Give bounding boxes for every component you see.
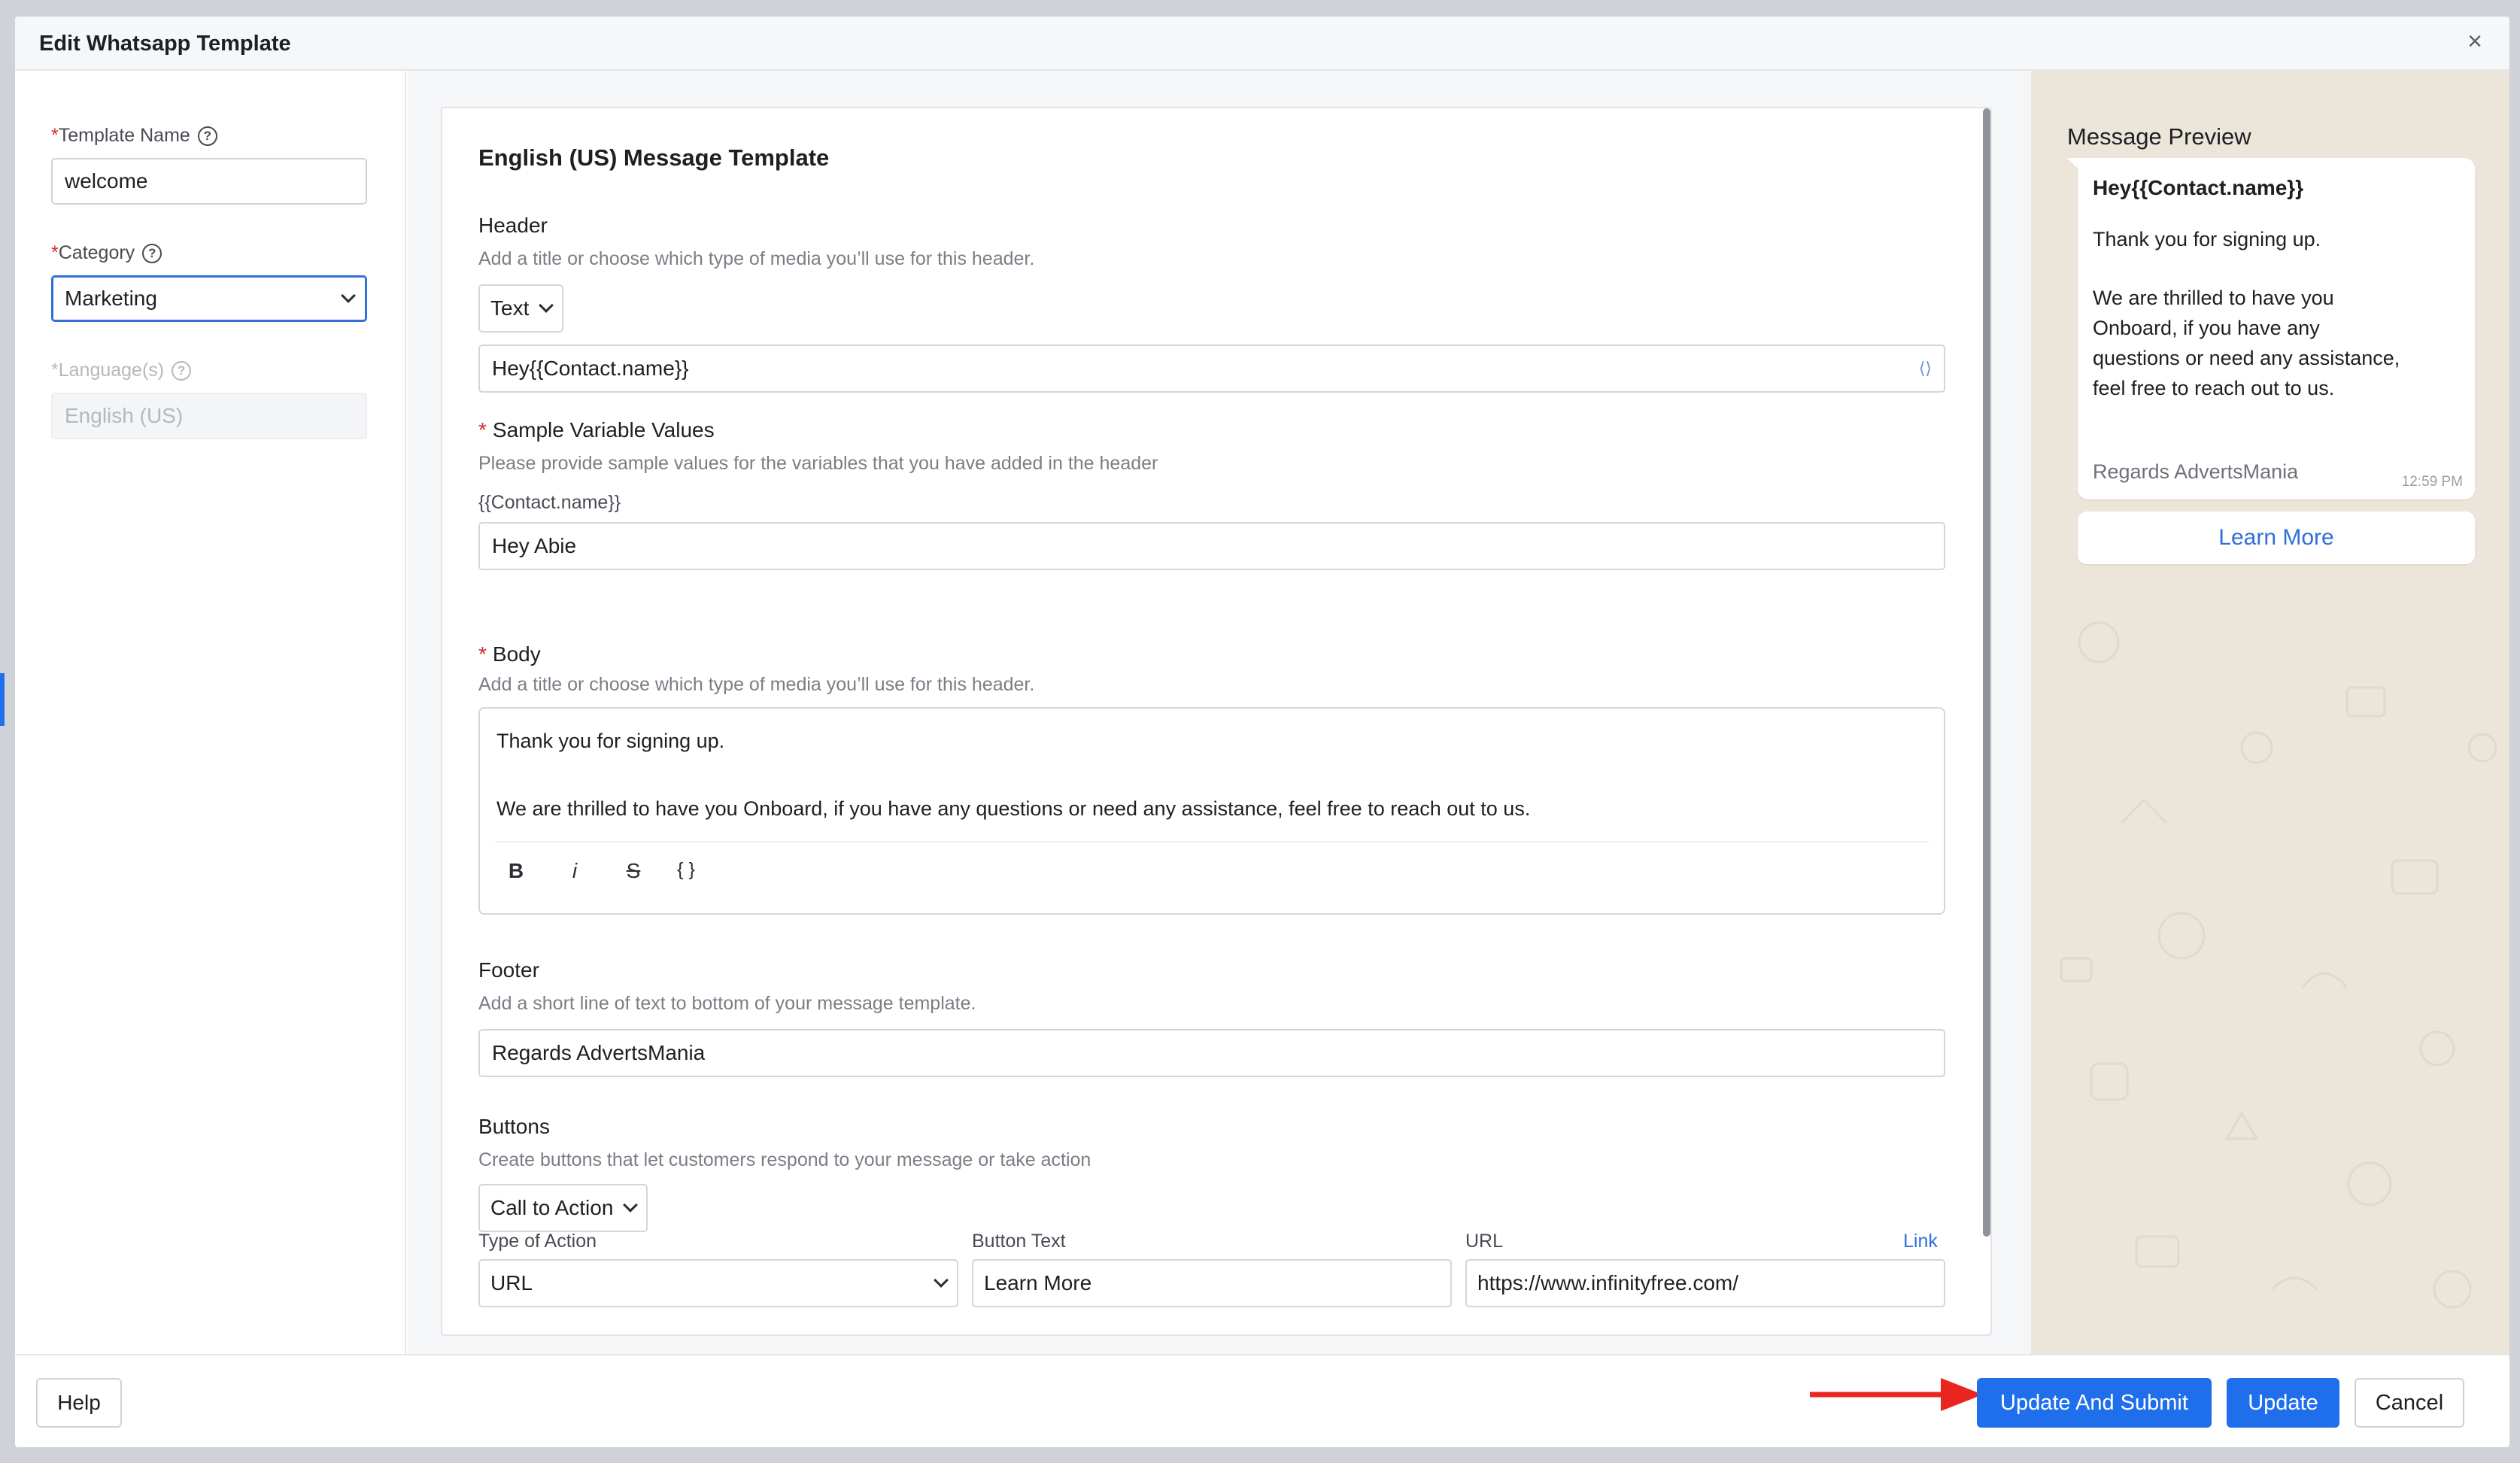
preview-timestamp: 12:59 PM	[2401, 474, 2463, 490]
close-icon[interactable]: ×	[2467, 29, 2482, 54]
header-type-dropdown[interactable]: Text	[478, 284, 564, 332]
button-type-dropdown[interactable]: Call to Action	[478, 1184, 648, 1232]
variable-icon[interactable]: ⟨⟩	[1919, 359, 1932, 378]
body-description: Add a title or choose which type of medi…	[478, 674, 1035, 695]
bold-button[interactable]: B	[501, 859, 531, 883]
modal-title: Edit Whatsapp Template	[39, 32, 291, 56]
language-label: *Language(s) ?	[51, 360, 192, 381]
required-mark: *	[478, 418, 487, 442]
italic-button[interactable]: i	[560, 859, 590, 883]
update-button[interactable]: Update	[2227, 1378, 2339, 1428]
preview-title: Message Preview	[2067, 123, 2251, 150]
required-mark: *	[51, 360, 59, 381]
arrow-right-icon	[1810, 1378, 1983, 1411]
header-text-input[interactable]: Hey{{Contact.name}} ⟨⟩	[478, 345, 1945, 393]
card-title: English (US) Message Template	[478, 144, 830, 171]
help-circle-icon: ?	[172, 360, 192, 381]
category-value: Marketing	[65, 287, 157, 310]
footer-description: Add a short line of text to bottom of yo…	[478, 993, 976, 1014]
language-input: English (US)	[51, 393, 367, 439]
strikethrough-button[interactable]: S	[618, 859, 648, 883]
body-line-1: Thank you for signing up.	[496, 730, 725, 752]
sample-values-description: Please provide sample values for the var…	[478, 453, 1158, 474]
body-toolbar-divider	[495, 841, 1929, 842]
preview-header-text: Hey{{Contact.name}}	[2093, 176, 2304, 199]
type-of-action-select[interactable]: URL	[478, 1259, 958, 1307]
help-button[interactable]: Help	[36, 1378, 122, 1428]
sample-variable-label: {{Contact.name}}	[478, 492, 621, 513]
preview-message-bubble: Hey{{Contact.name}} Thank you for signin…	[2078, 158, 2475, 499]
preview-body-line-1: Thank you for signing up.	[2093, 228, 2321, 250]
chevron-down-icon	[539, 298, 554, 313]
cancel-button[interactable]: Cancel	[2355, 1378, 2464, 1428]
template-settings-sidebar: *Template Name ? welcome *Category ? Mar…	[15, 71, 406, 1354]
sample-values-title: * Sample Variable Values	[478, 418, 715, 442]
insert-variable-button[interactable]: { }	[671, 859, 701, 881]
template-name-label: *Template Name ?	[51, 125, 217, 147]
link-toggle[interactable]: Link	[1903, 1231, 1938, 1252]
message-template-card: English (US) Message Template Header Add…	[441, 107, 1992, 1336]
message-preview-panel: Message Preview Hey{{Contact.name}} Than…	[2031, 71, 2509, 1354]
chevron-down-icon	[341, 288, 356, 303]
required-mark: *	[478, 642, 487, 666]
url-input[interactable]: https://www.infinityfree.com/	[1465, 1259, 1945, 1307]
footer-section-title: Footer	[478, 958, 539, 982]
button-text-label: Button Text	[972, 1231, 1066, 1252]
editor-scrollbar[interactable]	[1983, 108, 1990, 1237]
category-label: *Category ?	[51, 242, 162, 264]
modal-footer: Help Update And Submit Update Cancel	[15, 1354, 2509, 1447]
preview-footer-text: Regards AdvertsMania	[2093, 460, 2299, 483]
body-editor[interactable]: Thank you for signing up. We are thrille…	[478, 707, 1945, 915]
header-description: Add a title or choose which type of medi…	[478, 248, 1035, 269]
buttons-description: Create buttons that let customers respon…	[478, 1149, 1091, 1170]
chevron-down-icon	[623, 1197, 639, 1213]
url-label: URL	[1465, 1231, 1504, 1252]
edit-template-modal: Edit Whatsapp Template × *Template Name …	[15, 17, 2509, 1447]
footer-text-input[interactable]: Regards AdvertsMania	[478, 1029, 1945, 1077]
chevron-down-icon	[934, 1273, 949, 1288]
required-mark: *	[51, 242, 59, 263]
page-edge-accent	[0, 673, 5, 726]
category-select[interactable]: Marketing	[51, 275, 367, 322]
sample-value-input[interactable]: Hey Abie	[478, 522, 1945, 570]
modal-header: Edit Whatsapp Template ×	[15, 17, 2509, 71]
preview-body-line-2: We are thrilled to have you Onboard, if …	[2093, 287, 2400, 399]
type-of-action-label: Type of Action	[478, 1231, 597, 1252]
preview-cta-button[interactable]: Learn More	[2078, 511, 2475, 564]
help-circle-icon[interactable]: ?	[197, 126, 217, 146]
button-text-input[interactable]: Learn More	[972, 1259, 1452, 1307]
header-section-title: Header	[478, 214, 548, 237]
body-section-title: * Body	[478, 642, 541, 666]
template-name-input[interactable]: welcome	[51, 158, 367, 205]
buttons-section-title: Buttons	[478, 1115, 550, 1138]
body-line-2: We are thrilled to have you Onboard, if …	[496, 797, 1531, 820]
required-mark: *	[51, 125, 59, 146]
help-circle-icon[interactable]: ?	[142, 243, 162, 263]
update-and-submit-button[interactable]: Update And Submit	[1977, 1378, 2212, 1428]
